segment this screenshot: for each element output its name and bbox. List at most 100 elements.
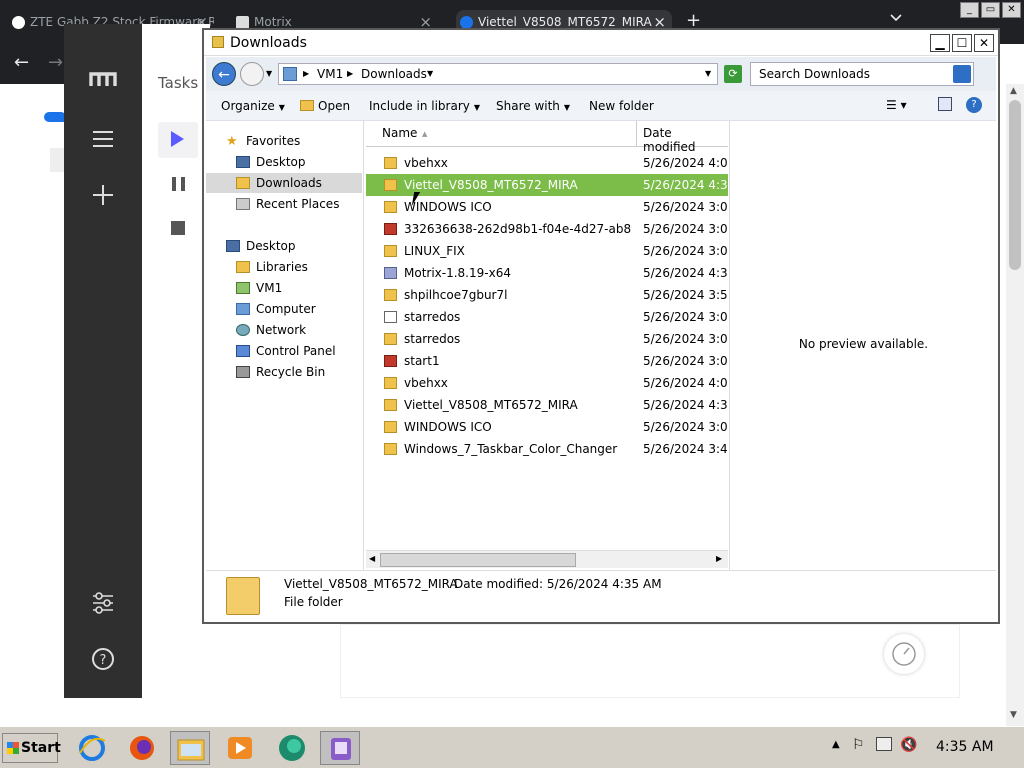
file-row[interactable]: shpilhcoe7gbur7l 5/26/2024 3:59 A — [366, 284, 728, 306]
file-explorer-icon[interactable] — [170, 731, 210, 765]
file-date-modified: 5/26/2024 3:04 A — [643, 420, 728, 434]
firefox-icon[interactable] — [122, 731, 162, 765]
breadcrumb-chevron-icon[interactable]: ▶ — [303, 69, 309, 78]
network-tray-icon[interactable] — [876, 737, 892, 751]
view-options-icon[interactable]: ☰ ▾ — [886, 98, 907, 112]
internet-explorer-icon[interactable] — [72, 731, 112, 765]
refresh-icon[interactable]: ⟳ — [724, 65, 742, 83]
file-row[interactable]: Viettel_V8508_MT6572_MIRA 5/26/2024 4:35 … — [366, 174, 728, 196]
file-name: Viettel_V8508_MT6572_MIRA — [404, 178, 578, 192]
close-button[interactable]: ✕ — [974, 34, 994, 52]
nav-desktop[interactable]: Desktop — [206, 236, 362, 256]
nav-favorites[interactable]: ★ Favorites — [206, 131, 362, 151]
show-hidden-icons-chevron-icon[interactable]: ▲ — [832, 739, 840, 750]
forward-arrow-icon[interactable]: → — [48, 52, 63, 73]
file-row[interactable]: start1 5/26/2024 3:04 A — [366, 350, 728, 372]
sort-ascending-icon: ▲ — [422, 130, 428, 138]
file-row[interactable]: WINDOWS ICO 5/26/2024 3:04 A — [366, 196, 728, 218]
file-row[interactable]: 332636638-262d98b1-f04e-4d27-ab89-e7... 5… — [366, 218, 728, 240]
organize-button[interactable]: Organize ▼ — [221, 99, 285, 113]
motrix-logo-icon — [88, 68, 118, 98]
file-date-modified: 5/26/2024 3:04 A — [643, 354, 728, 368]
play-icon[interactable] — [171, 131, 184, 147]
host-minimize-button[interactable]: _ — [960, 2, 979, 18]
nav-favorites-desktop[interactable]: Desktop — [206, 152, 362, 172]
start-button[interactable]: Start — [2, 733, 61, 763]
nav-control-panel[interactable]: Control Panel — [206, 341, 362, 361]
file-row[interactable]: starredos 5/26/2024 3:04 A — [366, 328, 728, 350]
help-icon[interactable]: ? — [88, 644, 118, 674]
file-row[interactable]: Motrix-1.8.19-x64 5/26/2024 4:30 A — [366, 262, 728, 284]
new-folder-button[interactable]: New folder — [589, 99, 654, 113]
nav-libraries[interactable]: Libraries — [206, 257, 362, 277]
scroll-down-icon[interactable]: ▼ — [1010, 710, 1017, 720]
scroll-up-icon[interactable]: ▲ — [1010, 86, 1017, 96]
address-box[interactable]: ▶ VM1 ▶ Downloads ▼ ▼ — [278, 63, 718, 85]
action-center-flag-icon[interactable]: ⚐ — [852, 737, 865, 753]
organize-label: Organize — [221, 99, 275, 113]
window-title-bar[interactable]: Downloads ▁ ☐ ✕ — [204, 30, 998, 56]
details-pane: Viettel_V8508_MT6572_MIRA Date modified:… — [206, 570, 996, 622]
text-file-icon — [384, 311, 397, 323]
file-row[interactable]: Viettel_V8508_MT6572_MIRA 5/26/2024 4:34 … — [366, 394, 728, 416]
nav-recycle-bin[interactable]: Recycle Bin — [206, 362, 362, 382]
file-date-modified: 5/26/2024 3:59 A — [643, 288, 728, 302]
file-name: LINUX_FIX — [404, 244, 465, 258]
back-arrow-icon[interactable]: ← — [212, 62, 236, 86]
file-row[interactable]: WINDOWS ICO 5/26/2024 3:04 A — [366, 416, 728, 438]
details-type: File folder — [284, 595, 343, 609]
page-scrollbar-thumb[interactable] — [1009, 100, 1021, 270]
include-in-library-button[interactable]: Include in library ▼ — [369, 99, 480, 113]
file-row[interactable]: starredos 5/26/2024 3:04 A — [366, 306, 728, 328]
file-row[interactable]: Windows_7_Taskbar_Color_Changer 5/26/2024… — [366, 438, 728, 460]
address-history-chevron-icon[interactable]: ▼ — [705, 69, 711, 78]
nav-recent-places[interactable]: Recent Places — [206, 194, 362, 214]
volume-muted-icon[interactable]: 🔇 — [900, 737, 917, 753]
menu-icon[interactable] — [88, 124, 118, 154]
file-date-modified: 5/26/2024 4:03 A — [643, 156, 728, 170]
breadcrumb-downloads[interactable]: Downloads — [361, 67, 427, 81]
maximize-button[interactable]: ☐ — [952, 34, 972, 52]
host-close-button[interactable]: ✕ — [1002, 2, 1021, 18]
horizontal-scrollbar[interactable]: ◀ ▶ — [366, 550, 728, 568]
search-input[interactable]: Search Downloads — [750, 62, 974, 86]
preferences-icon[interactable] — [88, 588, 118, 618]
file-row[interactable]: vbehxx 5/26/2024 4:02 A — [366, 372, 728, 394]
preview-pane-icon[interactable] — [938, 97, 952, 111]
breadcrumb-chevron-icon[interactable]: ▼ — [427, 69, 433, 78]
edge-icon[interactable] — [272, 731, 312, 765]
file-row[interactable]: LINUX_FIX 5/26/2024 3:07 A — [366, 240, 728, 262]
minimize-button[interactable]: ▁ — [930, 34, 950, 52]
nav-vm1[interactable]: VM1 — [206, 278, 362, 298]
add-task-icon[interactable] — [88, 180, 118, 210]
back-arrow-icon[interactable]: ← — [14, 52, 29, 73]
nav-network[interactable]: Network — [206, 320, 362, 340]
file-row[interactable]: vbehxx 5/26/2024 4:03 A — [366, 152, 728, 174]
column-divider[interactable] — [636, 121, 637, 147]
breadcrumb-vm1[interactable]: VM1 — [317, 67, 343, 81]
open-button[interactable]: Open — [300, 99, 350, 113]
scroll-right-icon[interactable]: ▶ — [716, 554, 722, 563]
column-header-date-modified[interactable]: Date modified — [643, 126, 728, 154]
file-date-modified: 5/26/2024 3:04 A — [643, 332, 728, 346]
stop-icon[interactable] — [171, 221, 185, 235]
scroll-left-icon[interactable]: ◀ — [369, 554, 375, 563]
search-icon[interactable] — [953, 65, 971, 83]
pause-icon[interactable] — [172, 177, 185, 191]
forward-arrow-icon[interactable] — [240, 62, 264, 86]
host-restore-button[interactable]: ▭ — [981, 2, 1000, 18]
horizontal-scrollbar-thumb[interactable] — [380, 553, 576, 567]
motrix-taskbar-icon[interactable] — [320, 731, 360, 765]
nav-favorites-downloads[interactable]: Downloads — [206, 173, 362, 193]
taskbar-clock[interactable]: 4:35 AM — [936, 739, 994, 755]
column-header-name[interactable]: Name — [382, 126, 417, 140]
media-player-icon[interactable] — [220, 731, 260, 765]
help-icon[interactable]: ? — [966, 97, 982, 113]
speedometer-icon[interactable] — [884, 634, 924, 674]
nav-computer[interactable]: Computer — [206, 299, 362, 319]
share-with-button[interactable]: Share with ▼ — [496, 99, 570, 113]
recent-pages-chevron-icon[interactable]: ▼ — [266, 69, 272, 78]
open-label: Open — [318, 99, 351, 113]
breadcrumb-chevron-icon[interactable]: ▶ — [347, 69, 353, 78]
tab-search-chevron-icon[interactable] — [890, 12, 902, 24]
